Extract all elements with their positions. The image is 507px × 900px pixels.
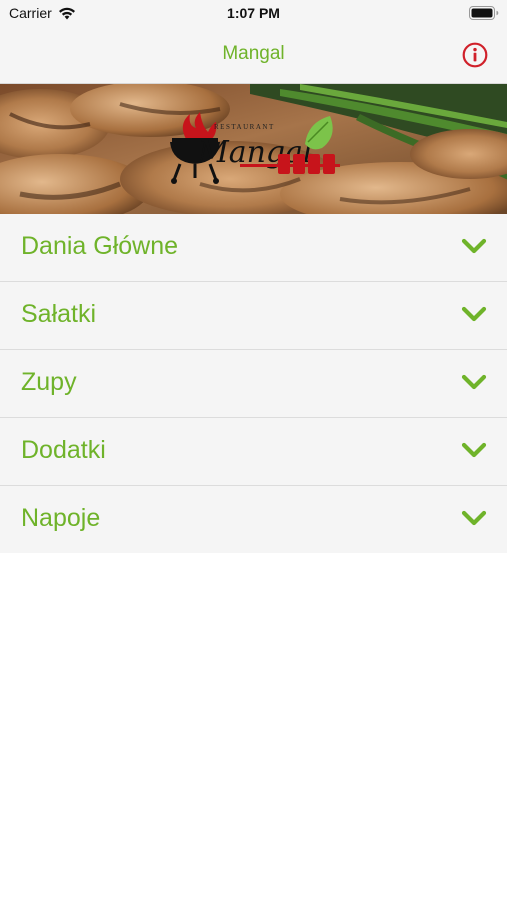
menu-category-list: Dania Główne Sałatki Zupy Dodatki Napoje — [0, 214, 507, 553]
category-label: Dania Główne — [21, 232, 179, 260]
chevron-down-icon — [461, 374, 487, 390]
logo-caption: RESTAURANT — [214, 123, 275, 131]
chevron-down-icon — [461, 306, 487, 322]
hero-banner: RESTAURANT Mangal — [0, 84, 507, 214]
status-bar: Carrier 1:07 PM — [0, 0, 507, 26]
category-row-dania-glowne[interactable]: Dania Główne — [0, 214, 507, 282]
page-title: Mangal — [222, 43, 285, 64]
status-time: 1:07 PM — [227, 5, 280, 21]
battery-icon — [469, 6, 499, 20]
category-row-salatki[interactable]: Sałatki — [0, 282, 507, 350]
category-row-zupy[interactable]: Zupy — [0, 350, 507, 418]
chevron-down-icon — [461, 510, 487, 526]
info-icon[interactable] — [462, 42, 488, 68]
category-row-napoje[interactable]: Napoje — [0, 486, 507, 553]
grilled-meat-image: RESTAURANT Mangal — [0, 84, 507, 214]
category-label: Zupy — [21, 368, 77, 396]
category-label: Dodatki — [21, 436, 106, 464]
chevron-down-icon — [461, 442, 487, 458]
category-label: Napoje — [21, 504, 101, 532]
navigation-bar: Mangal — [0, 26, 507, 84]
category-label: Sałatki — [21, 300, 97, 328]
category-row-dodatki[interactable]: Dodatki — [0, 418, 507, 486]
chevron-down-icon — [461, 238, 487, 254]
